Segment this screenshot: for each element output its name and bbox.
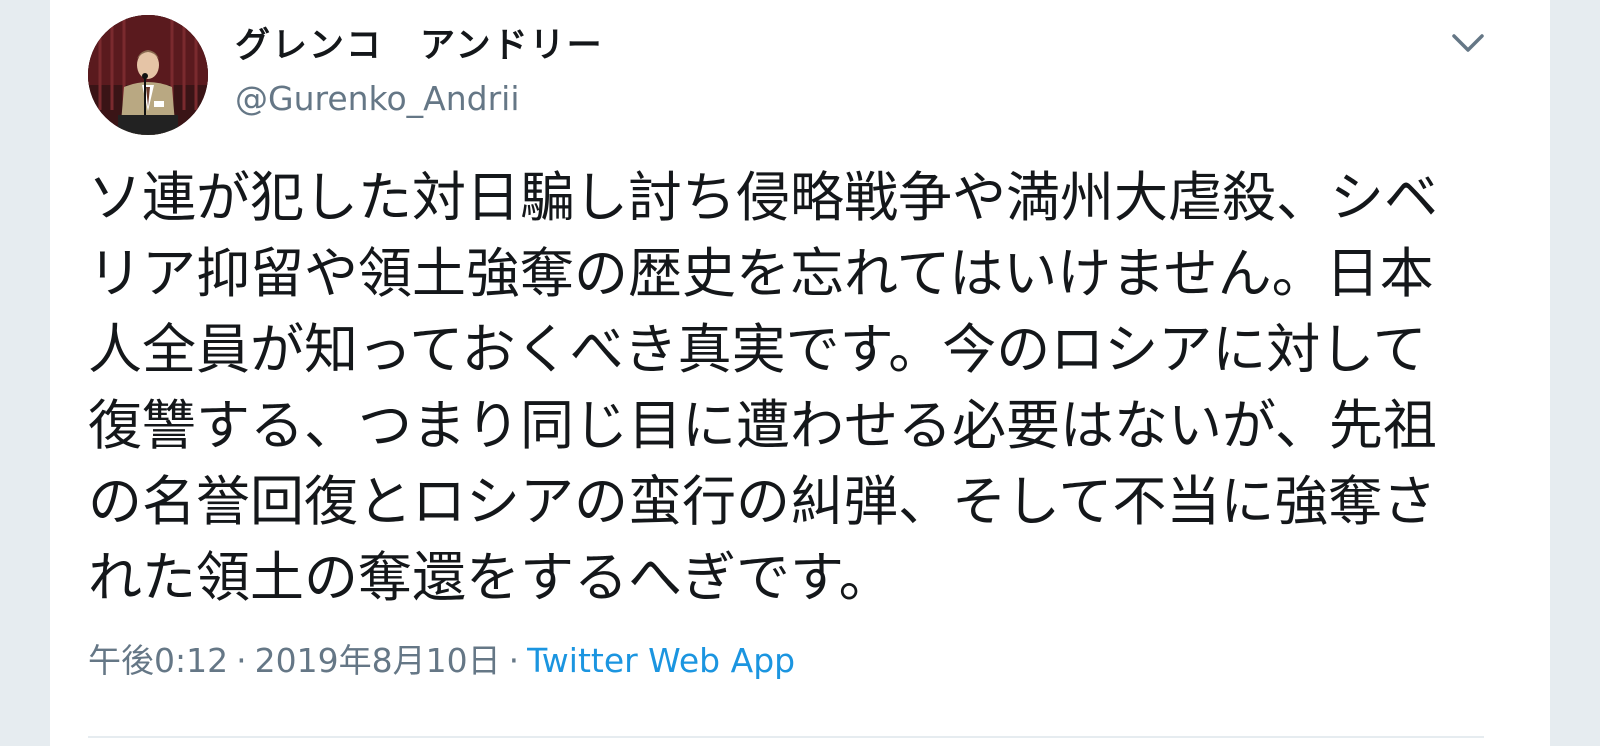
tweet-card: グレンコ アンドリー @Gurenko_Andrii ソ連が犯した対日騙し討ち侵… bbox=[50, 0, 1550, 746]
meta-separator: · bbox=[508, 641, 520, 680]
avatar[interactable] bbox=[88, 15, 208, 135]
author-display-name[interactable]: グレンコ アンドリー bbox=[235, 24, 604, 68]
tweet-date[interactable]: 2019年8月10日 bbox=[255, 641, 501, 680]
chevron-down-icon bbox=[1452, 34, 1484, 52]
tweet-source-link[interactable]: Twitter Web App bbox=[527, 641, 795, 680]
avatar-photo-icon bbox=[88, 15, 208, 135]
author-handle[interactable]: @Gurenko_Andrii bbox=[235, 78, 520, 120]
meta-separator: · bbox=[236, 641, 247, 680]
tweet-menu-button[interactable] bbox=[1450, 28, 1486, 58]
divider bbox=[88, 736, 1484, 738]
tweet-meta: 午後0:12 · 2019年8月10日 · Twitter Web App bbox=[88, 640, 795, 682]
tweet-text: ソ連が犯した対日騙し討ち侵略戦争や満州大虐殺、シベリア抑留や領土強奪の歴史を忘れ… bbox=[88, 166, 1438, 609]
tweet-time[interactable]: 午後0:12 bbox=[88, 641, 228, 680]
